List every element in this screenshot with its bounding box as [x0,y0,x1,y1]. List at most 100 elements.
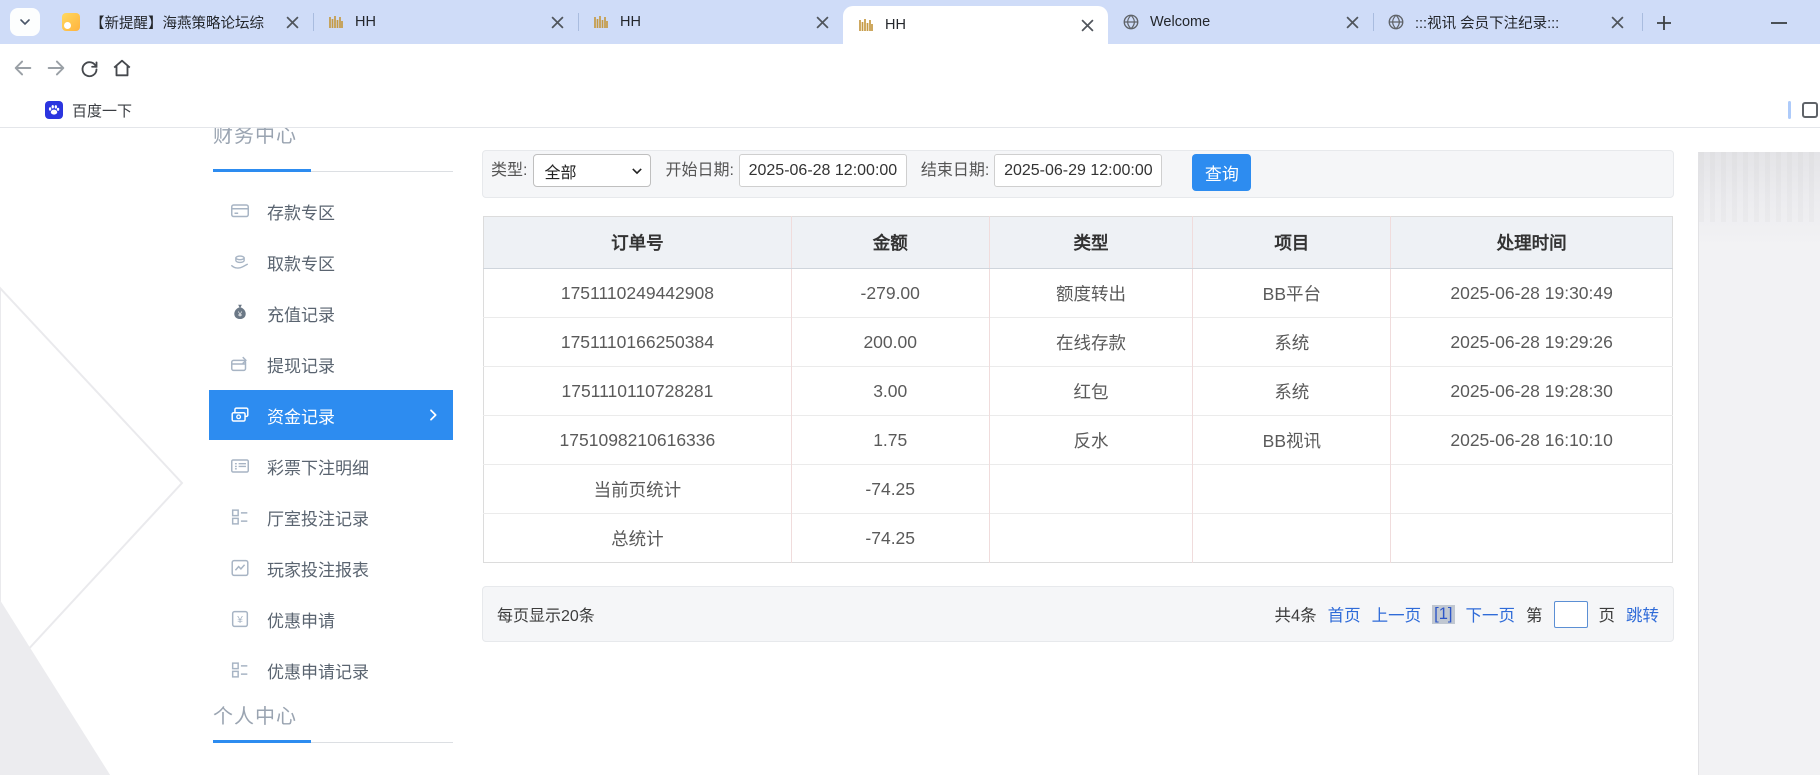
sidebar-item-deposit-zone[interactable]: 存款专区 [209,186,453,236]
cell-project: BB视讯 [1193,416,1391,465]
sidebar-item-player-bet-report[interactable]: 玩家投注报表 [209,543,453,593]
minimize-icon [1771,21,1787,25]
tab-title: 【新提醒】海燕策略论坛综 [90,12,275,33]
cell-project: BB平台 [1193,269,1391,318]
jump-button[interactable]: 跳转 [1626,602,1659,626]
page-content: 财务中心 存款专区 取款专区 ¥ 充值记录 提现记录 资金记录 [0,128,1820,775]
browser-toolbar: yl756.com/hhcp/usercenter.html?iniType=6 [0,44,1820,92]
end-date-label: 结束日期: [921,154,989,187]
cell-project: 系统 [1193,367,1391,416]
prev-page-link[interactable]: 上一页 [1372,602,1422,626]
section-divider-accent [213,740,311,743]
bookmark-label: 百度一下 [72,100,132,121]
sidebar-item-label: 玩家投注报表 [267,556,369,581]
tab-strip: 【新提醒】海燕策略论坛综 HH HH HH Welcome [0,0,1820,44]
tab-close-icon[interactable] [283,13,301,31]
sidebar-item-promo-apply[interactable]: ¥ 优惠申请 [209,594,453,644]
chevron-down-icon [17,14,33,30]
end-date-input[interactable] [994,154,1162,187]
cell-type: 反水 [989,416,1193,465]
sidebar-item-label: 取款专区 [267,250,335,275]
select-chevron-icon [630,164,644,178]
jump-page-input[interactable] [1554,601,1588,628]
new-tab-button[interactable] [1650,9,1678,37]
first-page-link[interactable]: 首页 [1328,602,1361,626]
table-row: 1751098210616336 1.75 反水 BB视讯 2025-06-28… [484,416,1673,465]
sidebar-item-lottery-bet-details[interactable]: 彩票下注明细 [209,441,453,491]
summary-label: 总统计 [484,514,792,563]
tab-hh-1[interactable]: HH [313,0,578,44]
cell-project: 系统 [1193,318,1391,367]
sidebar-item-withdraw-zone[interactable]: 取款专区 [209,237,453,287]
table-row: 1751110166250384 200.00 在线存款 系统 2025-06-… [484,318,1673,367]
start-date-input[interactable] [739,154,907,187]
pagination-controls: 共4条 首页 上一页 [1] 下一页 第 页 跳转 [1274,601,1659,628]
next-page-link[interactable]: 下一页 [1466,602,1516,626]
tab-close-icon[interactable] [813,13,831,31]
sidebar-item-promo-apply-records[interactable]: 优惠申请记录 [209,645,453,695]
background-right-panel [1698,152,1820,775]
tab-close-icon[interactable] [548,13,566,31]
forward-button[interactable] [45,57,67,79]
cell-type: 红包 [989,367,1193,416]
col-project: 项目 [1193,217,1391,269]
tab-close-icon[interactable] [1343,13,1361,31]
tab-hh-2[interactable]: HH [578,0,843,44]
summary-amount: -74.25 [791,514,989,563]
reload-button[interactable] [78,57,100,79]
sidebar-item-label: 存款专区 [267,199,335,224]
back-arrow-icon [12,57,34,79]
list-squares-icon [229,506,251,528]
bookmarks-bar: 百度一下 [0,92,1820,128]
wallet-out-icon [229,353,251,375]
background-triangles [0,278,210,775]
cell-process-time: 2025-06-28 19:30:49 [1391,269,1673,318]
pagination-bar: 每页显示20条 共4条 首页 上一页 [1] 下一页 第 页 跳转 [482,586,1674,642]
minimize-button[interactable] [1760,9,1798,37]
sidebar-item-recharge-records[interactable]: ¥ 充值记录 [209,288,453,338]
list-detail-icon [229,455,251,477]
tab-close-icon[interactable] [1608,13,1626,31]
home-button[interactable] [111,57,133,79]
jump-prefix-label: 第 [1526,602,1543,626]
side-panel-icon[interactable] [1802,102,1818,118]
cell-order-id: 1751110249442908 [484,269,792,318]
tab-hh-active[interactable]: HH [843,6,1108,44]
cell-order-id: 1751098210616336 [484,416,792,465]
tab-close-icon[interactable] [1078,16,1096,34]
tab-title: HH [355,14,540,30]
sidebar-item-hall-bet-records[interactable]: 厅室投注记录 [209,492,453,542]
sidebar-item-label: 彩票下注明细 [267,454,369,479]
bookmarks-separator [1788,101,1791,119]
sidebar-item-label: 提现记录 [267,352,335,377]
sidebar-item-funds-records[interactable]: 资金记录 [209,390,453,440]
tab-forum[interactable]: 【新提醒】海燕策略论坛综 [48,0,313,44]
tab-search-button[interactable] [10,8,40,36]
cell-type: 在线存款 [989,318,1193,367]
sidebar-item-withdrawal-records[interactable]: 提现记录 [209,339,453,389]
total-count-text: 共4条 [1274,602,1316,626]
sidebar-item-label: 优惠申请 [267,607,335,632]
hh-favicon-icon [857,16,875,34]
sidebar-section-personal: 个人中心 [213,702,297,732]
chart-report-icon [229,557,251,579]
back-button[interactable] [12,57,34,79]
section-divider-accent [213,169,311,172]
type-select[interactable]: 全部 [533,154,651,187]
current-page-indicator: [1] [1432,605,1454,624]
reload-icon [79,58,100,79]
forward-arrow-icon [45,57,67,79]
sidebar-item-messages[interactable]: 消息公告 [209,764,453,775]
bookmark-baidu[interactable]: 百度一下 [45,98,132,122]
tab-title: :::视讯 会员下注纪录::: [1415,12,1600,33]
tab-video-records[interactable]: :::视讯 会员下注纪录::: [1373,0,1638,44]
forum-favicon-icon [62,13,80,31]
tab-welcome[interactable]: Welcome [1108,0,1373,44]
col-type: 类型 [989,217,1193,269]
tab-title: HH [885,17,1070,33]
sidebar-item-label: 资金记录 [267,403,335,428]
query-button[interactable]: 查询 [1192,154,1251,191]
withdraw-hand-icon [229,251,251,273]
plus-icon [1655,14,1673,32]
table-row: 1751110110728281 3.00 红包 系统 2025-06-28 1… [484,367,1673,416]
